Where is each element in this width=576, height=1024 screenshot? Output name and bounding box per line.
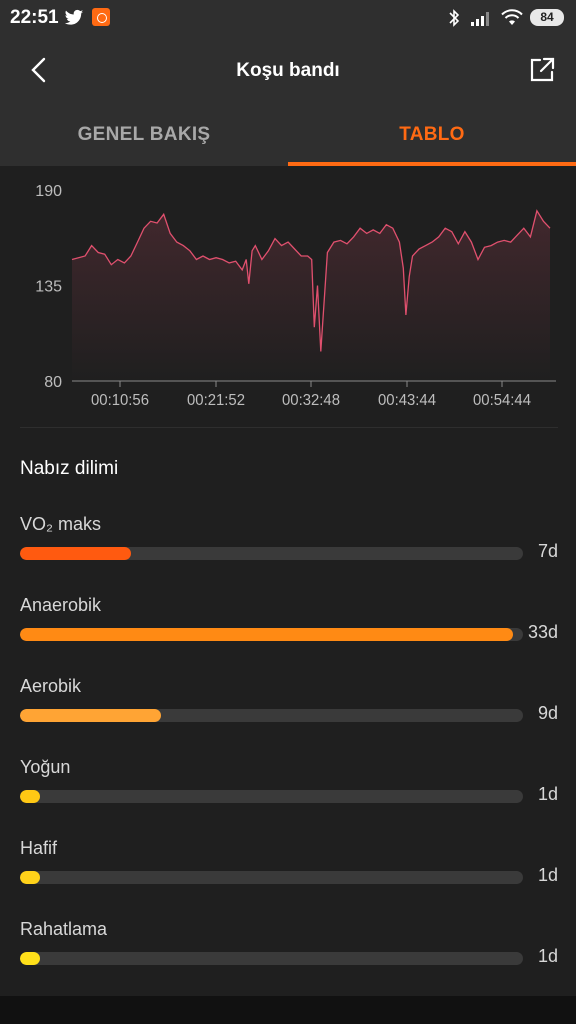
zone-row: Aerobik 9d <box>0 676 576 736</box>
zone-progress-fill <box>20 790 41 803</box>
status-bar: 22:51 84 <box>0 0 576 36</box>
zone-row: VO₂ maks 7d <box>0 514 576 574</box>
zone-label: Yoğun <box>20 757 71 777</box>
zone-duration: 1d <box>537 946 558 966</box>
zone-progress-fill <box>20 871 41 884</box>
heart-rate-chart: 190 135 80 00:10:56 00:21:52 00:32:48 00:43:4… <box>35 183 556 409</box>
zone-row: Rahatlama 1d <box>0 919 576 979</box>
zone-duration: 33d <box>527 622 558 642</box>
zone-progress-bar <box>20 790 523 803</box>
y-tick-label: 135 <box>35 279 62 296</box>
signal-icon <box>471 12 489 26</box>
status-time: 22:51 <box>10 7 59 28</box>
zone-label: Anaerobik <box>20 595 102 615</box>
twitter-icon <box>64 9 84 25</box>
zone-progress-fill <box>20 709 161 722</box>
zone-duration: 9d <box>537 703 558 723</box>
app-header: Koşu bandı GENEL BAKIŞ TABLO <box>0 36 576 166</box>
zone-row: Anaerobik 33d <box>0 595 576 655</box>
zone-label: VO₂ maks <box>20 514 101 534</box>
x-tick-label: 00:21:52 <box>187 392 245 409</box>
tab-overview[interactable]: GENEL BAKIŞ <box>0 124 288 146</box>
zone-progress-fill <box>20 547 131 560</box>
zone-label: Rahatlama <box>20 919 108 939</box>
zone-progress-fill <box>20 628 513 641</box>
x-tick-label: 00:10:56 <box>91 392 149 409</box>
zone-progress-bar <box>20 952 523 965</box>
x-tick-label: 00:43:44 <box>378 392 436 409</box>
x-tick-label: 00:54:44 <box>473 392 531 409</box>
zone-duration: 1d <box>537 865 558 885</box>
wifi-icon <box>501 9 523 25</box>
zone-label: Aerobik <box>20 676 82 696</box>
zone-label: Hafif <box>20 838 58 858</box>
zone-row: Hafif 1d <box>0 838 576 898</box>
share-icon <box>530 57 555 82</box>
y-tick-label: 190 <box>35 183 62 200</box>
share-button[interactable] <box>528 56 556 84</box>
navigation-bar <box>0 996 576 1024</box>
zone-duration: 1d <box>537 784 558 804</box>
zone-progress-bar <box>20 628 523 641</box>
heart-rate-area <box>72 210 550 381</box>
zone-progress-bar <box>20 709 523 722</box>
bluetooth-icon <box>449 9 460 27</box>
zone-row: Yoğun 1d <box>0 757 576 817</box>
zone-progress-bar <box>20 871 523 884</box>
tab-table[interactable]: TABLO <box>288 124 576 146</box>
battery-icon: 84 <box>530 9 564 26</box>
app-badge-icon <box>92 8 110 26</box>
zones-title: Nabız dilimi <box>20 458 119 479</box>
page-title: Koşu bandı <box>236 60 340 81</box>
x-tick-label: 00:32:48 <box>282 392 340 409</box>
zone-progress-bar <box>20 547 523 560</box>
y-tick-label: 80 <box>44 374 62 391</box>
zone-progress-fill <box>20 952 41 965</box>
zone-duration: 7d <box>537 541 558 561</box>
chart-divider <box>20 427 558 428</box>
